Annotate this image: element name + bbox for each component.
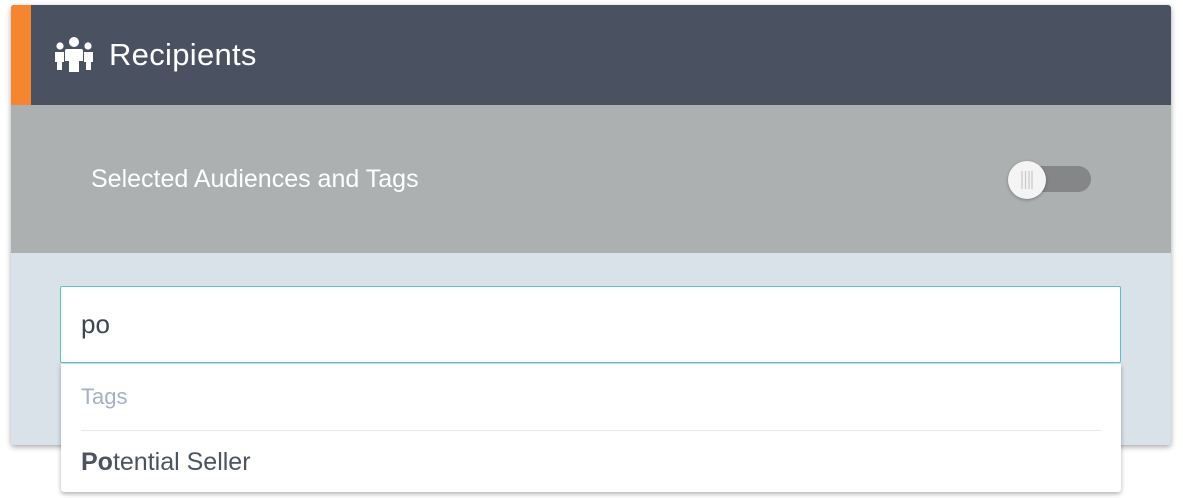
header-accent-bar [11,5,31,105]
panel-header: Recipients [11,5,1171,105]
option-match-text: Po [81,448,113,476]
toggle-knob[interactable] [1008,161,1046,199]
grip-lines-icon [1021,171,1033,189]
option-rest-text: tential Seller [112,448,251,476]
panel-title: Recipients [109,37,257,72]
dropdown-section-tags: Tags [81,384,128,409]
dropdown-option-potential-seller[interactable]: Potential Seller [61,431,1121,491]
option-label: Potential Seller [81,446,251,478]
selected-audiences-label: Selected Audiences and Tags [91,165,419,193]
recipient-search-input[interactable] [60,286,1121,363]
group-icon [54,36,94,74]
selected-audiences-row: Selected Audiences and Tags [11,105,1171,253]
autocomplete-dropdown: Tags Potential Seller [61,364,1121,492]
